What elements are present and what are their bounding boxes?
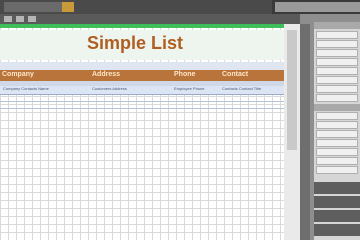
panel-footer-tab[interactable] — [314, 210, 360, 222]
column-header-contact[interactable]: Contact — [222, 71, 248, 78]
vertical-scrollbar[interactable] — [284, 24, 300, 240]
panel-footer-tab[interactable] — [314, 224, 360, 236]
application-toolbar — [0, 0, 360, 14]
property-field[interactable] — [316, 94, 358, 102]
page-header-band — [0, 24, 284, 28]
property-field[interactable] — [316, 139, 358, 147]
panel-footer-tab[interactable] — [314, 182, 360, 194]
property-field[interactable] — [316, 148, 358, 156]
panel-divider[interactable] — [300, 24, 310, 240]
property-field[interactable] — [316, 67, 358, 75]
column-header-phone[interactable]: Phone — [174, 71, 195, 78]
column-header-address[interactable]: Address — [92, 71, 120, 78]
toolbar-button[interactable] — [28, 16, 36, 22]
properties-panel — [314, 22, 360, 240]
toolbar-button[interactable] — [4, 16, 12, 22]
cell-contact[interactable]: Contacts Contact Title — [222, 86, 261, 91]
group-header-band — [0, 62, 284, 70]
column-header-company[interactable]: Company — [2, 71, 34, 78]
property-field[interactable] — [316, 31, 358, 39]
cell-address[interactable]: Customers Address — [92, 86, 127, 91]
toolbar-right-area — [275, 2, 360, 12]
property-field[interactable] — [316, 85, 358, 93]
property-field[interactable] — [316, 58, 358, 66]
panel-footer-tab[interactable] — [314, 196, 360, 208]
property-field[interactable] — [316, 76, 358, 84]
toolbar-tab-active[interactable] — [62, 2, 74, 12]
property-field[interactable] — [316, 112, 358, 120]
report-title[interactable]: Simple List — [0, 33, 270, 54]
toolbar-button[interactable] — [16, 16, 24, 22]
property-field[interactable] — [316, 121, 358, 129]
secondary-toolbar — [0, 14, 300, 24]
property-field[interactable] — [316, 40, 358, 48]
footer-band-2 — [0, 102, 284, 109]
property-field[interactable] — [316, 166, 358, 174]
cell-phone[interactable]: Employee Phone — [174, 86, 204, 91]
scrollbar-thumb[interactable] — [287, 30, 297, 150]
cell-company[interactable]: Company Contacts Name — [3, 86, 49, 91]
property-field[interactable] — [316, 49, 358, 57]
toolbar-tab[interactable] — [4, 2, 62, 12]
panel-header — [314, 22, 360, 29]
property-field[interactable] — [316, 130, 358, 138]
panel-section-header — [314, 104, 360, 111]
property-field[interactable] — [316, 157, 358, 165]
footer-band — [0, 95, 284, 102]
